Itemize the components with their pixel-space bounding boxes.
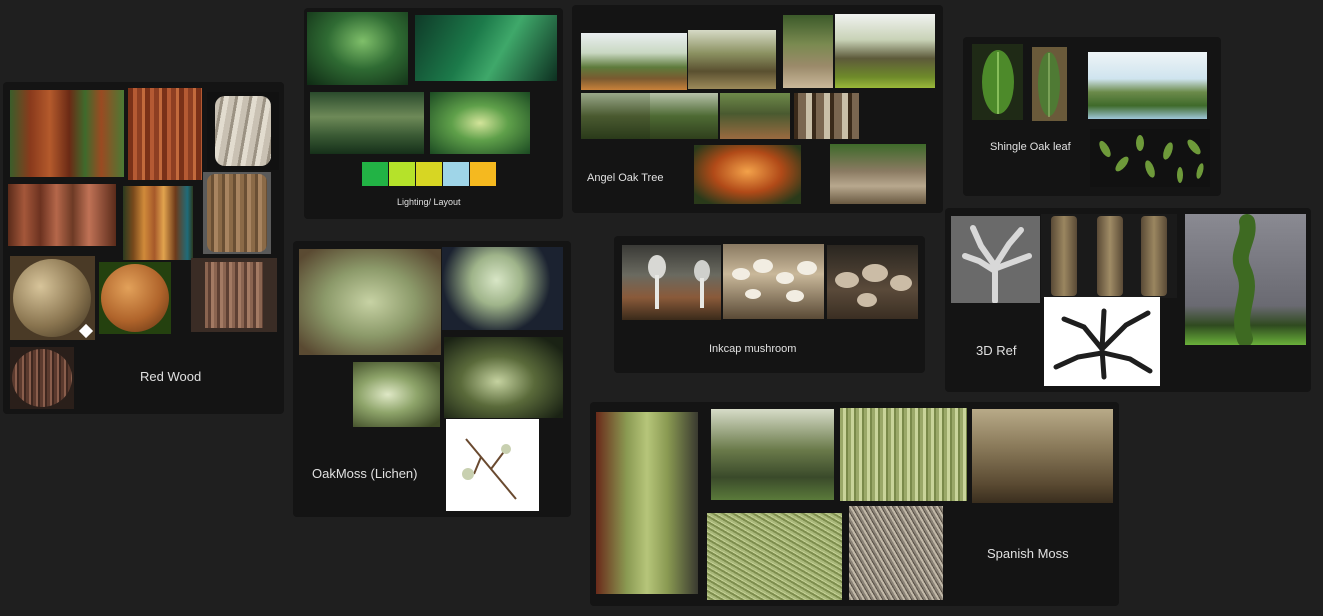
angel-oak-photo-3[interactable] [783, 15, 833, 88]
moss-texture-grey[interactable] [849, 506, 943, 600]
palette-swatch-lime [389, 162, 415, 186]
forest-concept-1[interactable] [307, 12, 408, 85]
angel-oak-photo-1[interactable] [581, 33, 687, 90]
board-red-wood[interactable]: Red Wood [3, 82, 284, 414]
forest-concept-4[interactable] [430, 92, 530, 154]
board-lighting-layout[interactable]: Lighting/ Layout [304, 8, 563, 219]
bark-cylinder-brown[interactable] [203, 172, 271, 254]
board-angel-oak[interactable]: Angel Oak Tree [572, 5, 943, 213]
lighting-layout-label: Lighting/ Layout [397, 197, 461, 207]
inkcap-photo-3[interactable] [827, 245, 918, 319]
spanish-moss-hand-photo[interactable] [596, 412, 698, 594]
angel-oak-autumn-photo[interactable] [694, 145, 801, 204]
oak-scene-render[interactable] [1088, 52, 1207, 119]
tree-sculpt-render[interactable] [951, 216, 1040, 303]
board-inkcap[interactable]: Inkcap mushroom [614, 236, 925, 373]
bark-trunk-renders[interactable] [1041, 214, 1177, 298]
angel-oak-photo-7[interactable] [720, 93, 790, 139]
moss-draped-oak-photo[interactable] [711, 409, 834, 500]
angel-oak-label: Angel Oak Tree [587, 172, 664, 184]
red-wood-label: Red Wood [140, 369, 202, 384]
board-3d-ref[interactable]: 3D Ref [945, 208, 1311, 392]
moss-canopy-photo[interactable] [972, 409, 1113, 503]
lichen-dark-photo[interactable] [444, 337, 563, 418]
bark-panel-material[interactable] [191, 258, 277, 332]
shingle-oak-label: Shingle Oak leaf [990, 141, 1071, 153]
hanging-moss-photo[interactable] [840, 408, 967, 501]
palette-swatch-yellow [416, 162, 442, 186]
bark-cylinder-light[interactable] [207, 92, 279, 170]
redwood-sunlit-trunk[interactable] [123, 186, 193, 260]
forest-concept-2[interactable] [415, 15, 557, 81]
board-spanish-moss[interactable]: Spanish Moss [590, 402, 1119, 606]
color-palette [362, 162, 496, 186]
redwood-forest-photo[interactable] [10, 90, 124, 177]
moss-texture-green[interactable] [707, 513, 842, 600]
angel-oak-roots-photo[interactable] [830, 144, 926, 204]
angel-oak-photo-8[interactable] [794, 93, 859, 139]
material-badge-icon [78, 323, 94, 339]
lichen-closeup-photo[interactable] [299, 249, 441, 355]
angel-oak-photo-4[interactable] [835, 14, 935, 88]
oak-leaves-cutout[interactable] [1090, 129, 1210, 187]
palette-swatch-lightblue [443, 162, 469, 186]
angel-oak-photo-6[interactable] [650, 93, 718, 139]
palette-swatch-green [362, 162, 388, 186]
inkcap-label: Inkcap mushroom [709, 343, 797, 355]
mossy-sphere-material[interactable] [10, 256, 95, 340]
lichen-cutout[interactable] [446, 419, 539, 511]
spanish-moss-label: Spanish Moss [987, 546, 1069, 561]
palette-swatch-orange [470, 162, 496, 186]
inkcap-photo-1[interactable] [622, 245, 721, 320]
lichen-twig-photo[interactable] [353, 362, 440, 427]
3d-ref-label: 3D Ref [976, 343, 1017, 358]
shingle-oak-leaf-photo-2[interactable] [1032, 47, 1067, 121]
root-sculpt-cutout[interactable] [1044, 297, 1160, 386]
board-shingle-oak[interactable]: Shingle Oak leaf [963, 37, 1221, 196]
redwood-bark-closeup[interactable] [128, 88, 202, 180]
angel-oak-photo-5[interactable] [581, 93, 653, 139]
inkcap-photo-2[interactable] [723, 244, 824, 319]
wood-sphere-material[interactable] [99, 262, 171, 334]
redwood-trunks-photo[interactable] [8, 184, 116, 246]
ridged-sphere-material[interactable] [10, 347, 74, 409]
mossy-tree-render[interactable] [1185, 214, 1306, 345]
forest-concept-3[interactable] [310, 92, 424, 154]
shingle-oak-leaf-photo-1[interactable] [972, 44, 1023, 120]
angel-oak-photo-2[interactable] [688, 30, 776, 89]
lichen-branch-photo[interactable] [442, 247, 563, 330]
oakmoss-label: OakMoss (Lichen) [312, 466, 418, 481]
board-oakmoss[interactable]: OakMoss (Lichen) [293, 241, 571, 517]
